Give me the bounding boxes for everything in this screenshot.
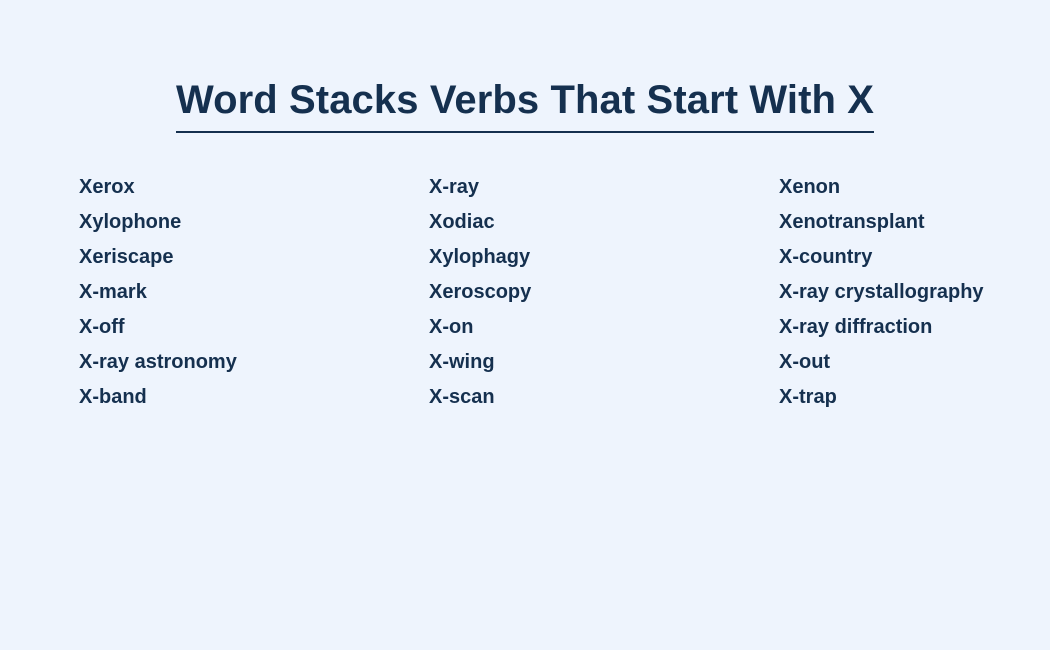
word-item: X-ray crystallography <box>779 281 984 303</box>
word-item: X-on <box>429 316 474 338</box>
word-column-3: Xenon Xenotransplant X-country X-ray cry… <box>779 170 1039 415</box>
word-item: Xodiac <box>429 211 495 233</box>
word-item: X-band <box>79 386 147 408</box>
word-item: Xeriscape <box>79 246 174 268</box>
word-list-page: Word Stacks Verbs That Start With X Xero… <box>0 0 1050 650</box>
word-item: X-wing <box>429 351 495 373</box>
word-item: X-off <box>79 316 125 338</box>
word-item: Xeroscopy <box>429 281 532 303</box>
word-item: X-ray diffraction <box>779 316 933 338</box>
word-item: X-mark <box>79 281 147 303</box>
word-column-1: Xerox Xylophone Xeriscape X-mark X-off X… <box>79 170 429 415</box>
word-item: X-scan <box>429 386 495 408</box>
word-item: Xenotransplant <box>779 211 925 233</box>
word-item: Xerox <box>79 176 135 198</box>
word-column-2: X-ray Xodiac Xylophagy Xeroscopy X-on X-… <box>429 170 779 415</box>
page-title: Word Stacks Verbs That Start With X <box>175 78 875 133</box>
word-item: X-ray astronomy <box>79 351 237 373</box>
word-item: X-out <box>779 351 831 373</box>
word-item: Xenon <box>779 176 841 198</box>
word-columns: Xerox Xylophone Xeriscape X-mark X-off X… <box>79 170 1039 415</box>
word-item: X-country <box>779 246 873 268</box>
page-title-block: Word Stacks Verbs That Start With X <box>0 78 1050 133</box>
word-item: X-ray <box>429 176 480 198</box>
word-item: Xylophagy <box>429 246 531 268</box>
word-item: Xylophone <box>79 211 182 233</box>
word-item: X-trap <box>779 386 837 408</box>
